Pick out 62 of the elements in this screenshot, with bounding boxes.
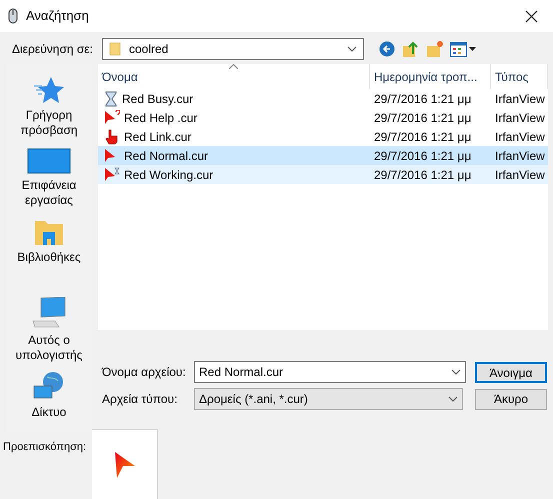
open-button[interactable]: Άνοιγμα: [475, 362, 547, 382]
folder-icon: [109, 42, 123, 56]
hourglass-icon: [104, 90, 118, 106]
caret-icon: [469, 47, 476, 51]
table-cell-text: IrfanView: [494, 110, 545, 126]
star-icon: [33, 76, 65, 104]
column-header[interactable]: Ημερομηνία τροπ...: [370, 64, 491, 89]
column-header[interactable]: Τύπος: [491, 64, 548, 89]
sidebar-item[interactable]: Βιβλιοθήκες: [7, 218, 91, 265]
sidebar-item[interactable]: Επιφάνεια εργασίας: [7, 148, 91, 208]
back-button[interactable]: [378, 40, 396, 58]
file-row[interactable]: Red Busy.cur 29/7/2016 1:21 μμ IrfanView: [98, 89, 548, 108]
file-name: Red Link.cur: [124, 128, 192, 146]
file-name: Red Working.cur: [124, 166, 214, 184]
table-cell-text: 29/7/2016 1:21 μμ: [373, 166, 472, 184]
file-name: Red Busy.cur: [122, 90, 194, 108]
table-cell-text: IrfanView: [494, 166, 545, 184]
folder-icon: [34, 218, 64, 246]
file-type-label: Αρχεία τύπου:: [101, 391, 178, 408]
view-menu-button[interactable]: [450, 40, 476, 58]
window-title: Αναζήτηση: [26, 7, 89, 26]
file-name-label: Όνομα αρχείου:: [100, 364, 187, 381]
monitor-icon: [27, 148, 71, 174]
computer-icon: [32, 297, 66, 329]
new-folder-icon: [426, 40, 444, 58]
table-cell-text: 29/7/2016 1:21 μμ: [373, 110, 472, 126]
sidebar-item[interactable]: Αυτός ο υπολογιστής: [7, 297, 91, 363]
table-cell-text: 29/7/2016 1:21 μμ: [373, 128, 472, 146]
file-name-field[interactable]: Red Normal.cur: [194, 361, 466, 383]
chevron-down-icon: [448, 396, 458, 402]
table-cell-text: 29/7/2016 1:21 μμ: [373, 148, 472, 164]
look-in-label: Διερεύνηση σε:: [12, 41, 94, 58]
file-row[interactable]: Red Normal.cur 29/7/2016 1:21 μμ IrfanView: [98, 146, 548, 165]
table-cell-text: IrfanView: [494, 90, 545, 108]
file-type-dropdown[interactable]: Δρομείς (*.ani, *.cur): [194, 388, 463, 410]
sidebar-item[interactable]: Γρήγορη πρόσβαση: [7, 76, 91, 138]
close-icon: [524, 10, 538, 22]
sidebar-item[interactable]: Δίκτυο: [7, 371, 91, 420]
file-row[interactable]: Red Link.cur 29/7/2016 1:21 μμ IrfanView: [98, 127, 548, 146]
file-name: Red Help .cur: [124, 110, 198, 126]
preview-label: Προεπισκόπηση:: [2, 440, 88, 455]
chevron-down-icon: [347, 46, 357, 52]
column-header[interactable]: Όνομα: [98, 64, 370, 89]
file-row[interactable]: Red Help .cur 29/7/2016 1:21 μμ IrfanView: [98, 108, 548, 127]
hand-icon: [104, 128, 120, 144]
table-cell-text: 29/7/2016 1:21 μμ: [373, 90, 472, 108]
network-icon: [33, 371, 65, 401]
arrow-icon: [114, 452, 134, 478]
table-cell-text: IrfanView: [494, 148, 545, 164]
up-folder-button[interactable]: [402, 40, 420, 58]
arrow-hourglass-icon: [104, 166, 120, 182]
chevron-down-icon: [451, 369, 461, 375]
mouse-icon: [8, 8, 18, 24]
table-cell-text: IrfanView: [494, 128, 545, 146]
location-dropdown[interactable]: coolred: [102, 38, 364, 60]
file-row[interactable]: Red Working.cur 29/7/2016 1:21 μμ IrfanView: [98, 165, 548, 184]
folder-up-arrow-icon: [402, 40, 420, 58]
grid-view-icon: [450, 42, 467, 56]
new-folder-button[interactable]: [426, 40, 444, 58]
cancel-button[interactable]: Άκυρο: [475, 388, 547, 410]
file-name: Red Normal.cur: [124, 148, 208, 164]
arrow-question-icon: [104, 110, 120, 126]
